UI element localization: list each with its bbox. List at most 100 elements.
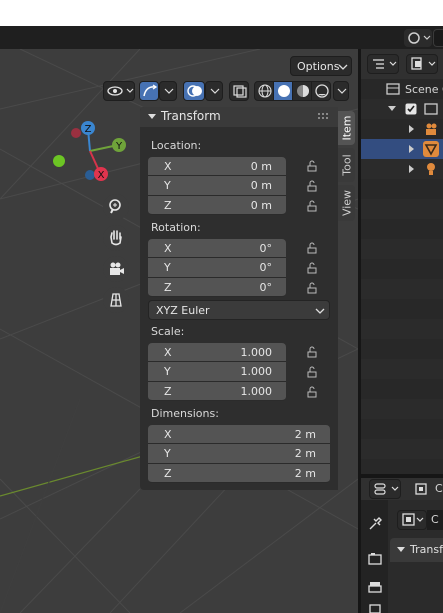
tab-item[interactable]: Item (338, 111, 355, 145)
outliner-light-row[interactable] (361, 159, 443, 179)
outliner-camera-row[interactable] (361, 119, 443, 139)
axis-label: Z (164, 281, 172, 294)
disclosure-triangle-icon[interactable] (387, 104, 397, 114)
render-tab-icon[interactable] (367, 551, 383, 567)
list-icon (373, 59, 397, 69)
tab-item-label: Item (340, 115, 353, 141)
xray-toggle-button[interactable] (229, 81, 249, 101)
outliner-scene-row[interactable]: Scene C (361, 79, 443, 99)
dimensions-y-field[interactable]: Y 2 m (148, 444, 330, 464)
outliner-empty-row (361, 199, 443, 219)
axis-label: X (164, 242, 172, 255)
lock-icon[interactable] (306, 282, 318, 294)
shading-rendered-button[interactable] (311, 81, 331, 101)
tool-tab-icon[interactable] (367, 516, 383, 532)
scale-z-field[interactable]: Z 1.000 (148, 382, 286, 401)
field-value: 1.000 (240, 346, 273, 359)
output-tab-icon[interactable] (367, 579, 383, 595)
context-label: C (435, 482, 443, 495)
transform-panel-header[interactable]: Transform (140, 107, 338, 127)
dimensions-z-field[interactable]: Z 2 m (148, 464, 330, 483)
sidebar-panel: Transform Location: X 0 m Y 0 m Z 0 m Ro… (140, 107, 338, 490)
zoom-button[interactable] (103, 194, 129, 220)
shading-material-button[interactable] (292, 81, 312, 101)
camera-view-button[interactable] (103, 256, 129, 282)
field-value: 2 m (294, 428, 316, 441)
pin-object-icon[interactable] (413, 481, 429, 497)
lock-icon[interactable] (306, 366, 318, 378)
field-value: 0° (259, 261, 273, 274)
display-mode-dropdown[interactable] (367, 54, 399, 74)
editor-type-button[interactable] (404, 29, 432, 47)
checkbox-icon[interactable] (405, 103, 417, 115)
outliner: Scene C (361, 49, 443, 474)
overlay-toggle-button[interactable] (183, 81, 205, 101)
lock-icon[interactable] (306, 180, 318, 192)
disclosure-triangle-icon[interactable] (407, 144, 417, 154)
collection-icon (424, 103, 438, 115)
options-dropdown[interactable]: Options (290, 56, 352, 76)
gizmo-z-label: Z (85, 124, 92, 135)
scene-selector[interactable] (433, 29, 443, 47)
shading-wireframe-button[interactable] (254, 81, 274, 101)
material-sphere-icon (297, 85, 309, 97)
editor-type-dropdown[interactable] (369, 479, 401, 499)
lock-icon[interactable] (306, 262, 318, 274)
scene-collection-icon (386, 83, 400, 95)
tab-tool[interactable]: Tool (338, 148, 355, 182)
location-y-field[interactable]: Y 0 m (148, 176, 286, 196)
lock-icon[interactable] (306, 200, 318, 212)
lock-icon[interactable] (306, 160, 318, 172)
outliner-empty-row (361, 239, 443, 259)
dimensions-x-field[interactable]: X 2 m (148, 425, 330, 444)
transform-subpanel-header[interactable]: Transf (390, 538, 443, 562)
workspace-icon (408, 32, 431, 44)
location-z-field[interactable]: Z 0 m (148, 196, 286, 215)
panel-title: Transform (161, 109, 221, 123)
rotation-z-field[interactable]: Z 0° (148, 278, 286, 297)
scale-x-field[interactable]: X 1.000 (148, 343, 286, 362)
drag-handle-icon[interactable] (318, 113, 330, 121)
visibility-dropdown[interactable] (103, 81, 135, 101)
shading-solid-button[interactable] (273, 81, 293, 101)
pan-button[interactable] (103, 225, 129, 251)
overlay-dropdown[interactable] (205, 81, 223, 101)
filter-icon (411, 57, 436, 70)
rotation-y-field[interactable]: Y 0° (148, 258, 286, 278)
field-value: 0° (259, 242, 273, 255)
gizmo-dropdown[interactable] (159, 81, 177, 101)
field-value: 0 m (250, 179, 272, 192)
field-value: 2 m (294, 447, 316, 460)
lock-icon[interactable] (306, 346, 318, 358)
field-value: 1.000 (240, 365, 273, 378)
lock-icon[interactable] (306, 386, 318, 398)
object-name: C (431, 513, 439, 526)
rotation-x-field[interactable]: X 0° (148, 239, 286, 258)
outliner-cube-row[interactable] (361, 139, 443, 159)
axis-label: Y (164, 179, 171, 192)
gizmo-toggle-button[interactable] (139, 81, 159, 101)
scale-y-field[interactable]: Y 1.000 (148, 362, 286, 382)
rotation-mode-dropdown[interactable]: XYZ Euler (148, 300, 330, 320)
location-x-field[interactable]: X 0 m (148, 157, 286, 176)
ortho-toggle-button[interactable] (103, 287, 129, 313)
lock-icon[interactable] (306, 242, 318, 254)
tab-view-label: View (340, 189, 353, 217)
grid-icon (110, 293, 122, 307)
filter-dropdown[interactable] (406, 54, 438, 74)
outliner-collection-row[interactable] (361, 99, 443, 119)
outliner-empty-row (361, 339, 443, 359)
view-layer-tab-icon[interactable] (367, 603, 383, 613)
disclosure-triangle-icon[interactable] (407, 164, 417, 174)
tab-view[interactable]: View (338, 185, 355, 221)
navigation-gizmo[interactable]: Z Y X (50, 115, 140, 195)
hand-icon (110, 230, 122, 246)
shading-dropdown[interactable] (333, 81, 349, 101)
axis-label: X (164, 428, 172, 441)
chevron-down-icon (148, 114, 156, 119)
object-selector[interactable] (397, 510, 427, 530)
editor-header-strip (0, 26, 443, 49)
disclosure-triangle-icon[interactable] (407, 124, 417, 134)
outliner-header (361, 49, 443, 79)
object-name-field[interactable]: C (427, 510, 443, 530)
